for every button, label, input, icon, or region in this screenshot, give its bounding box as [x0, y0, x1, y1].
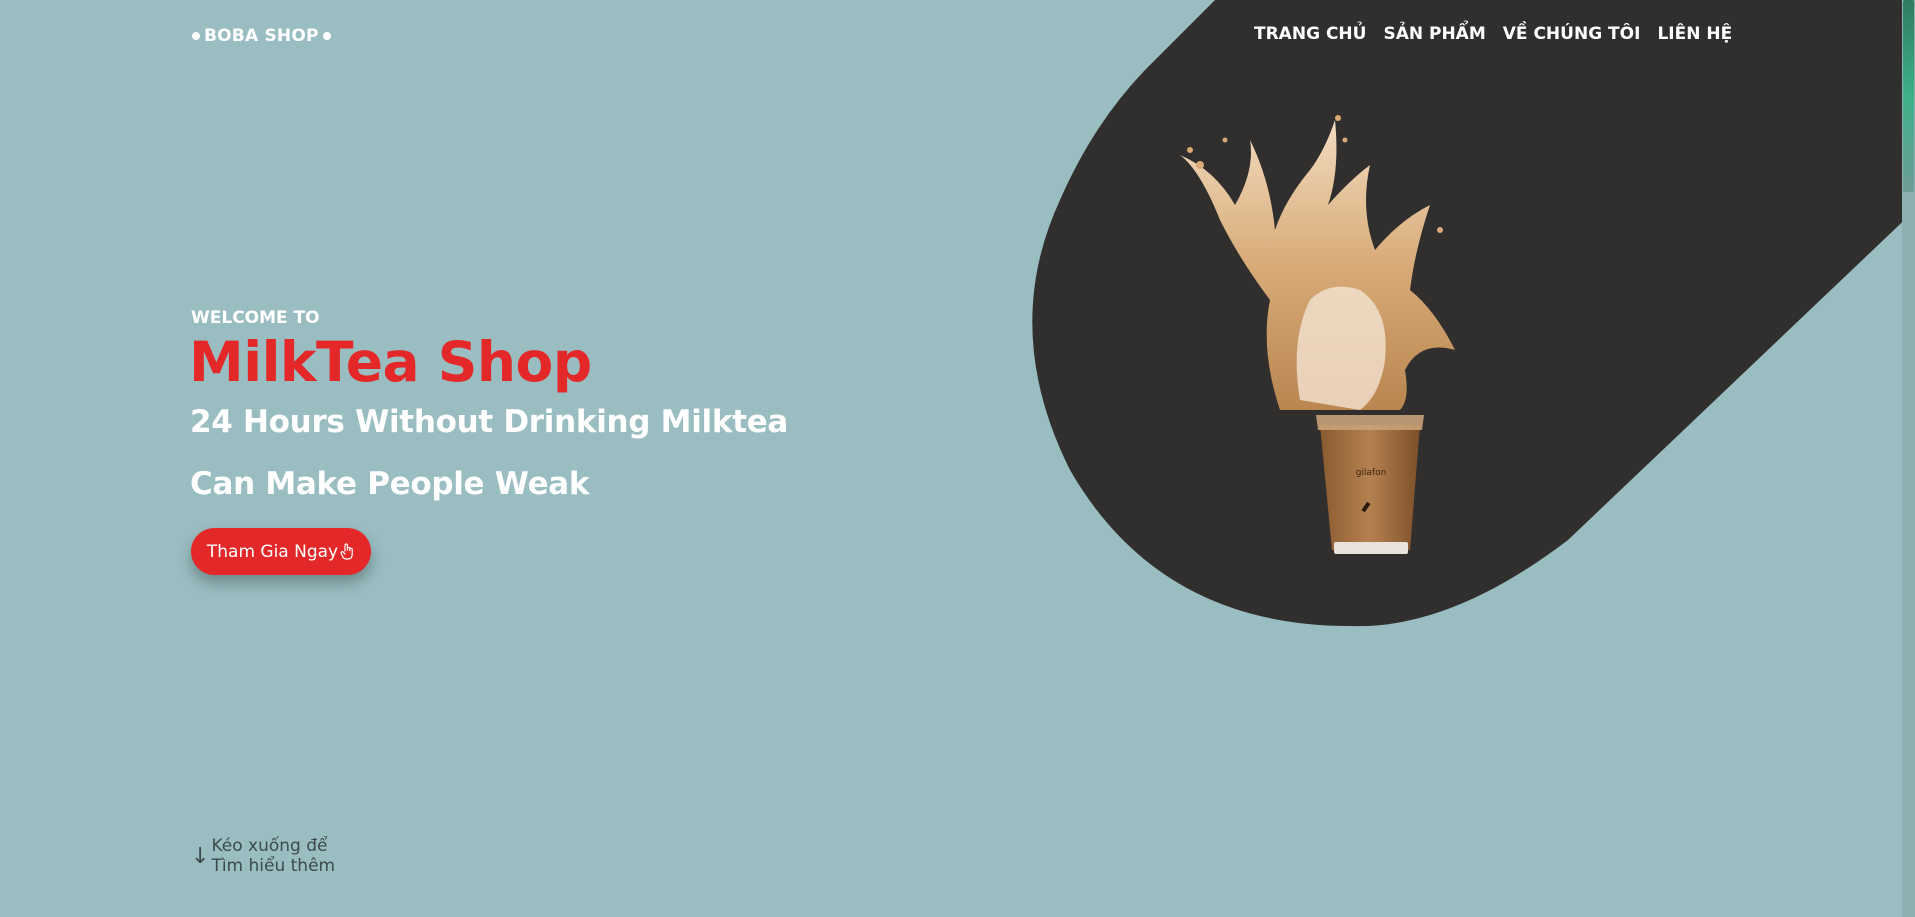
- hero-tagline-line1: 24 Hours Without Drinking Milktea: [190, 404, 789, 440]
- logo-text: BOBA SHOP: [204, 26, 319, 46]
- page-scrollbar[interactable]: [1902, 0, 1915, 917]
- hero-tagline-line2: Can Make People Weak: [190, 466, 590, 502]
- site-logo[interactable]: BOBA SHOP: [192, 26, 331, 46]
- milktea-splash-image: gilafon: [1180, 115, 1455, 554]
- join-now-label: Tham Gia Ngay: [206, 541, 339, 562]
- nav-item-home[interactable]: TRANG CHỦ: [1254, 24, 1366, 44]
- scroll-down-hint[interactable]: ↓ Kéo xuống để Tìm hiểu thêm: [191, 836, 335, 876]
- nav-item-about[interactable]: VỀ CHÚNG TÔI: [1503, 24, 1641, 44]
- nav-item-contact[interactable]: LIÊN HỆ: [1657, 24, 1732, 44]
- hand-pointer-icon: [340, 543, 353, 560]
- dark-diagonal-shape: [1032, 0, 1915, 627]
- cup-brand-text: gilafon: [1356, 468, 1387, 478]
- welcome-label: WELCOME TO: [191, 308, 320, 328]
- join-now-button[interactable]: Tham Gia Ngay: [191, 528, 371, 575]
- arrow-down-icon: ↓: [191, 843, 210, 869]
- hero-section: gilafon BOBA SHOP TRANG CHỦ SẢN PHẨM VỀ …: [0, 0, 1915, 917]
- logo-dot-right-icon: [322, 32, 331, 40]
- main-nav: TRANG CHỦ SẢN PHẨM VỀ CHÚNG TÔI LIÊN HỆ: [1254, 24, 1732, 44]
- scrollbar-thumb[interactable]: [1903, 0, 1914, 192]
- scroll-hint-line1: Kéo xuống để: [211, 836, 328, 856]
- scroll-hint-line2: Tìm hiểu thêm: [211, 856, 336, 876]
- logo-dot-left-icon: [192, 32, 200, 40]
- hero-title: MilkTea Shop: [189, 330, 592, 394]
- nav-item-products[interactable]: SẢN PHẨM: [1383, 24, 1485, 44]
